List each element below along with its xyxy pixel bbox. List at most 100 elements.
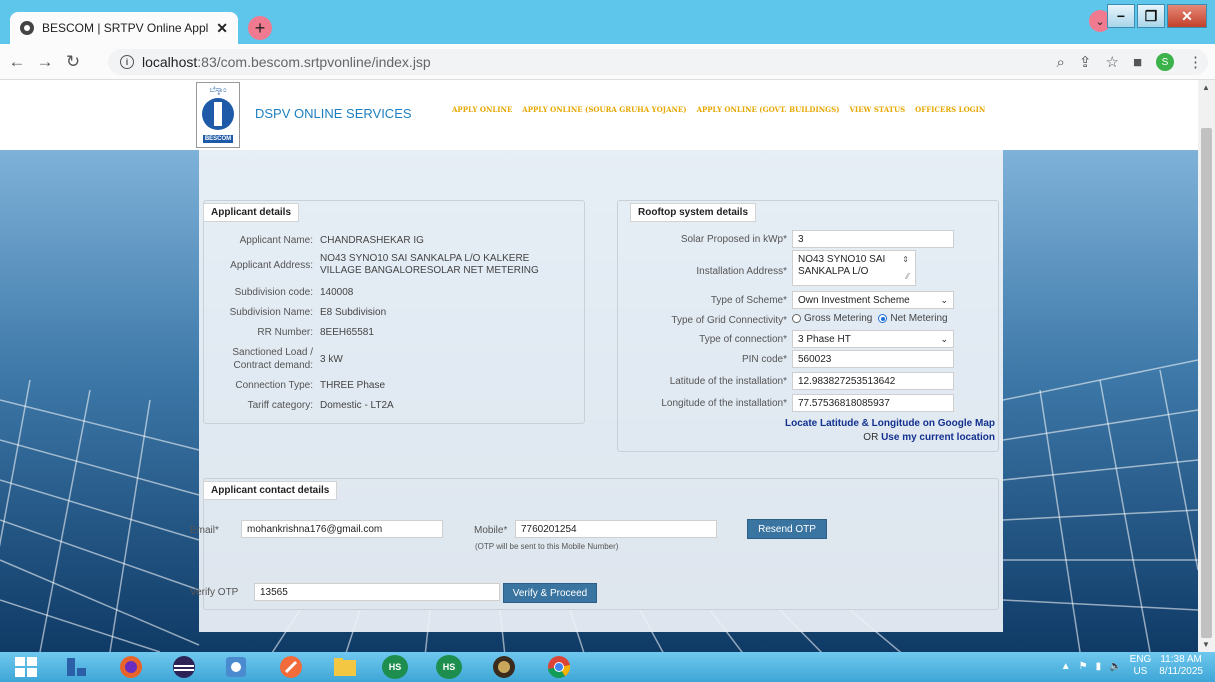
google-map-link[interactable]: Locate Latitude & Longitude on Google Ma… — [785, 418, 995, 429]
sanctioned-load-label: Sanctioned Load / Contract demand: — [232, 347, 313, 371]
applicant-name-row: Applicant Name: CHANDRASHEKAR IG — [209, 235, 424, 246]
top-nav: APPLY ONLINE APPLY ONLINE (SOURA GRUHA Y… — [452, 105, 985, 114]
battery-icon[interactable]: ▮ — [1096, 661, 1102, 672]
address-bar-icons: ⌕ ⇪ ☆ ■ S ⋮ — [1057, 53, 1203, 71]
postman-logo-icon — [280, 656, 302, 678]
longitude-label: Longitude of the installation* — [661, 398, 787, 409]
zoom-icon[interactable]: ⌕ — [1057, 54, 1065, 71]
reload-icon[interactable]: ↻ — [62, 52, 84, 72]
longitude-input[interactable]: 77.57536818085937 — [792, 394, 954, 412]
applicant-address-label: Applicant Address: — [230, 259, 313, 271]
scheme-type-value: Own Investment Scheme — [798, 294, 910, 306]
installation-address-value: NO43 SYNO10 SAI SANKALPA L/O — [798, 254, 886, 277]
menu-dots-icon[interactable]: ⋮ — [1188, 53, 1203, 71]
installation-address-textarea[interactable]: NO43 SYNO10 SAI SANKALPA L/O ⇕ ⁄⁄ — [792, 250, 916, 286]
solar-kwp-input[interactable]: 3 — [792, 230, 954, 248]
site-title: DSPV ONLINE SERVICES — [255, 106, 412, 121]
mobile-input[interactable]: 7760201254 — [515, 520, 717, 538]
applicant-name-label: Applicant Name: — [239, 235, 313, 246]
mobile-label: Mobile* — [474, 525, 508, 536]
email-label: Email* — [190, 525, 219, 536]
chevron-down-icon: ⌄ — [940, 294, 948, 305]
forward-arrow-icon[interactable]: → — [34, 52, 56, 72]
url-field[interactable]: i localhost:83/com.bescom.srtpvonline/in… — [108, 49, 1208, 75]
scroll-down-arrow-icon[interactable]: ▼ — [1202, 640, 1210, 649]
minimize-button[interactable]: − — [1107, 4, 1135, 28]
grid-connectivity-label: Type of Grid Connectivity* — [671, 315, 787, 326]
share-icon[interactable]: ⇪ — [1079, 53, 1092, 71]
resize-handle-icon[interactable]: ⁄⁄ — [906, 271, 909, 283]
connection-type-select[interactable]: 3 Phase HT ⌄ — [792, 330, 954, 348]
verify-proceed-button[interactable]: Verify & Proceed — [503, 583, 597, 603]
solar-kwp-label: Solar Proposed in kWp* — [680, 234, 787, 245]
contact-details-title: Applicant contact details — [203, 481, 338, 500]
clock[interactable]: 11:38 AM 8/11/2025 — [1159, 654, 1203, 678]
settings-app-icon[interactable] — [222, 655, 250, 679]
file-server-icon[interactable] — [62, 655, 90, 679]
maximize-button[interactable]: ❐ — [1137, 4, 1165, 28]
verify-otp-label: Verify OTP — [190, 587, 239, 598]
windows-logo-icon — [15, 657, 37, 677]
bescom-logo[interactable]: ಬೆಸ್ಕಾಂ BESCOM — [196, 82, 240, 148]
scrollbar-thumb[interactable] — [1201, 128, 1212, 638]
nav-apply-online[interactable]: APPLY ONLINE — [452, 105, 512, 114]
tab-close-button[interactable]: ✕ — [216, 20, 228, 37]
page-viewport: ಬೆಸ್ಕಾಂ BESCOM DSPV ONLINE SERVICES APPL… — [0, 80, 1198, 652]
hs-app-icon-2[interactable]: HS — [436, 655, 462, 679]
back-arrow-icon[interactable]: ← — [6, 52, 28, 72]
otp-note: (OTP will be sent to this Mobile Number) — [475, 542, 619, 551]
pin-code-label: PIN code* — [741, 354, 787, 365]
tray-expand-icon[interactable]: ▲ — [1061, 661, 1071, 672]
pin-code-input[interactable]: 560023 — [792, 350, 954, 368]
current-location-link[interactable]: Use my current location — [881, 432, 995, 443]
browser-tab[interactable]: BESCOM | SRTPV Online Applicat ✕ — [10, 12, 238, 44]
nav-view-status[interactable]: VIEW STATUS — [849, 105, 905, 114]
applicant-address-value: NO43 SYNO10 SAI SANKALPA L/O KALKERE VIL… — [320, 253, 539, 276]
postman-icon[interactable] — [277, 655, 305, 679]
windows-start-icon[interactable] — [12, 655, 40, 679]
gear-square-icon — [226, 657, 246, 677]
browser-tab-bar: BESCOM | SRTPV Online Applicat ✕ + ⌄ − ❐… — [0, 0, 1215, 44]
otp-input[interactable]: 13565 — [254, 583, 500, 601]
net-metering-radio[interactable] — [878, 314, 888, 323]
subdivision-name-value: E8 Subdivision — [320, 307, 387, 318]
hs-app-icon-1[interactable]: HS — [382, 655, 408, 679]
logo-kannada-text: ಬೆಸ್ಕಾಂ — [209, 85, 227, 94]
nav-apply-soura-gruha[interactable]: APPLY ONLINE (SOURA GRUHA YOJANE) — [522, 105, 686, 114]
subdivision-name-label: Subdivision Name: — [229, 307, 313, 318]
scroll-up-arrow-icon[interactable]: ▲ — [1202, 83, 1210, 92]
rr-number-value: 8EEH65581 — [320, 327, 374, 338]
gross-metering-radio[interactable] — [792, 314, 801, 323]
rr-number-label: RR Number: — [257, 327, 313, 338]
email-input[interactable]: mohankrishna176@gmail.com — [241, 520, 443, 538]
tab-title: BESCOM | SRTPV Online Applicat — [42, 21, 209, 35]
file-explorer-icon[interactable] — [331, 655, 359, 679]
info-icon[interactable]: i — [120, 55, 134, 69]
close-window-button[interactable]: ✕ — [1167, 4, 1207, 28]
subdivision-name-row: Subdivision Name: E8 Subdivision — [209, 307, 387, 318]
volume-icon[interactable]: 🔈 — [1109, 661, 1121, 672]
game-app-icon[interactable] — [490, 655, 518, 679]
clock-date: 8/11/2025 — [1159, 666, 1203, 677]
firefox-icon[interactable] — [117, 655, 145, 679]
connection-type-select-label: Type of connection* — [699, 334, 787, 345]
new-tab-button[interactable]: + — [248, 16, 272, 40]
network-icon[interactable]: ⚑ — [1079, 661, 1088, 672]
spinner-icon[interactable]: ⇕ — [902, 254, 909, 266]
grid-connectivity-radios: Gross Metering Net Metering — [792, 313, 948, 324]
rooftop-details-title: Rooftop system details — [630, 203, 757, 222]
chrome-icon[interactable] — [545, 655, 573, 679]
language-indicator[interactable]: ENG US — [1130, 654, 1152, 678]
scheme-type-select[interactable]: Own Investment Scheme ⌄ — [792, 291, 954, 309]
nav-apply-govt-buildings[interactable]: APPLY ONLINE (GOVT. BUILDINGS) — [697, 105, 840, 114]
eclipse-icon[interactable] — [170, 655, 198, 679]
resend-otp-button[interactable]: Resend OTP — [747, 519, 827, 539]
star-icon[interactable]: ☆ — [1105, 53, 1118, 71]
tariff-value: Domestic - LT2A — [320, 400, 394, 411]
side-panel-icon[interactable]: ■ — [1133, 54, 1142, 71]
profile-avatar[interactable]: S — [1156, 53, 1174, 71]
nav-officers-login[interactable]: OFFICERS LOGIN — [915, 105, 985, 114]
latitude-input[interactable]: 12.983827253513642 — [792, 372, 954, 390]
page-scrollbar[interactable]: ▲ ▼ — [1198, 80, 1215, 652]
window-controls: − ❐ ✕ — [1107, 4, 1207, 28]
